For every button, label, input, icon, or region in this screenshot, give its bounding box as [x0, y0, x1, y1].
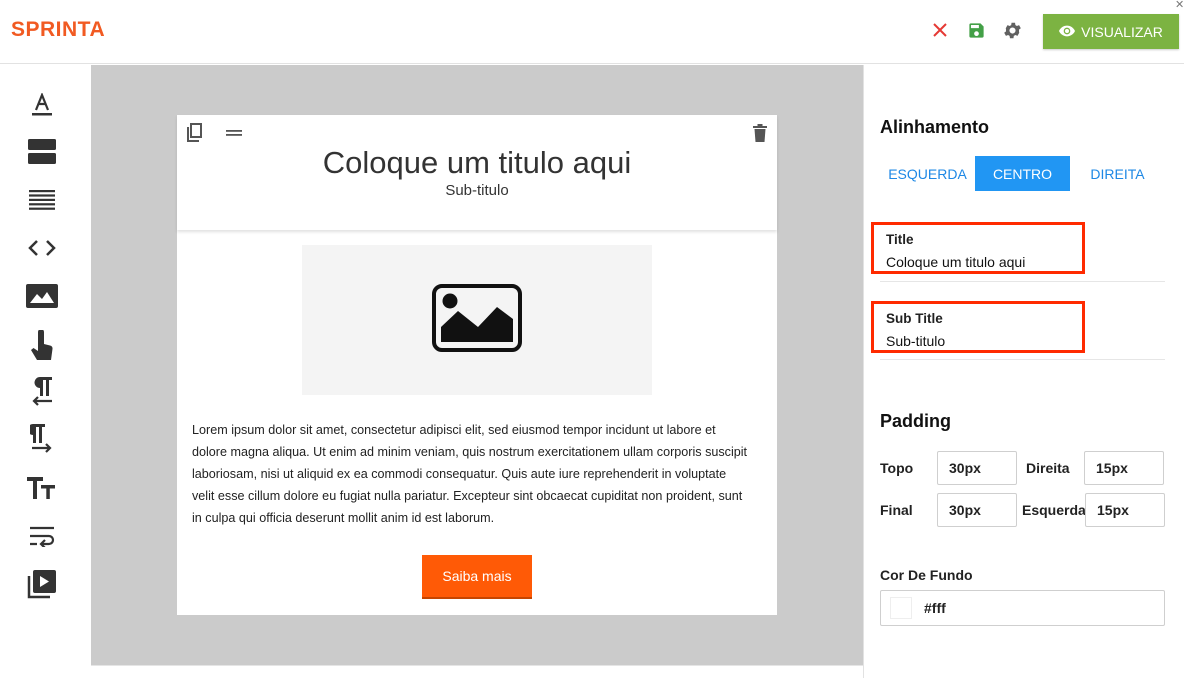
image-icon	[431, 283, 523, 358]
padding-top-input[interactable]: 30px	[937, 451, 1017, 485]
padding-bottom-input[interactable]: 30px	[937, 493, 1017, 527]
title-field-label: Title	[886, 232, 914, 247]
touch-icon[interactable]	[26, 330, 58, 362]
background-color-label: Cor De Fundo	[880, 567, 973, 583]
padding-bottom-label: Final	[880, 502, 913, 518]
padding-left-input[interactable]: 15px	[1085, 493, 1165, 527]
padding-title: Padding	[880, 411, 951, 431]
duplicate-icon[interactable]	[183, 122, 205, 144]
window-close-icon[interactable]: ✕	[1175, 0, 1184, 11]
block-paragraph: Lorem ipsum dolor sit amet, consectetur …	[192, 423, 748, 525]
divider	[880, 359, 1165, 360]
title-field-value[interactable]: Coloque um titulo aqui	[886, 254, 1025, 270]
block-title: Coloque um titulo aqui	[322, 145, 632, 180]
text-size-icon[interactable]	[26, 472, 58, 504]
canvas-footer	[91, 665, 863, 678]
email-block[interactable]: Coloque um titulo aqui Sub-titulo Lorem …	[177, 115, 777, 615]
image-icon[interactable]	[26, 280, 58, 312]
subtitle-field-value[interactable]: Sub-titulo	[886, 333, 945, 349]
alignment-toggle: ESQUERDA CENTRO DIREITA	[880, 156, 1168, 191]
drag-handle-icon[interactable]	[223, 122, 245, 144]
alignment-title: Alinhamento	[880, 117, 990, 137]
align-center-button[interactable]: CENTRO	[975, 156, 1070, 191]
save-icon[interactable]	[965, 19, 987, 41]
text-format-icon[interactable]	[26, 89, 58, 121]
title-field[interactable]: Title Coloque um titulo aqui	[871, 222, 1085, 274]
padding-right-input[interactable]: 15px	[1084, 451, 1164, 485]
block-header[interactable]: Coloque um titulo aqui Sub-titulo	[177, 115, 777, 230]
delete-icon[interactable]	[749, 122, 771, 144]
section-icon[interactable]	[26, 136, 58, 168]
close-icon[interactable]	[929, 19, 951, 41]
visualize-button[interactable]: VISUALIZAR	[1043, 14, 1179, 49]
tool-sidebar	[0, 65, 91, 678]
align-right-button[interactable]: DIREITA	[1070, 156, 1165, 191]
background-color-value: #fff	[924, 600, 946, 616]
subtitle-field[interactable]: Sub Title Sub-titulo	[871, 301, 1085, 353]
top-bar: SPRINTA VISUALIZAR ✕	[0, 0, 1184, 64]
subtitle-field-label: Sub Title	[886, 311, 943, 326]
text-direction-right-icon[interactable]	[26, 422, 58, 454]
padding-right-label: Direita	[1026, 460, 1070, 476]
learn-more-button[interactable]: Saiba mais	[422, 555, 532, 599]
video-library-icon[interactable]	[26, 568, 58, 600]
eye-icon	[1059, 24, 1076, 40]
text-wrap-icon[interactable]	[26, 520, 58, 552]
align-left-button[interactable]: ESQUERDA	[880, 156, 975, 191]
padding-top-label: Topo	[880, 460, 914, 476]
visualize-label: VISUALIZAR	[1081, 23, 1163, 40]
padding-left-label: Esquerda	[1022, 502, 1086, 518]
block-subtitle: Sub-titulo	[445, 182, 509, 199]
code-icon[interactable]	[26, 232, 58, 264]
background-color-input[interactable]: #fff	[880, 590, 1165, 626]
image-placeholder[interactable]	[302, 245, 652, 395]
properties-panel: Alinhamento ESQUERDA CENTRO DIREITA Titl…	[863, 65, 1184, 678]
text-direction-left-icon[interactable]	[26, 375, 58, 407]
color-swatch[interactable]	[890, 597, 912, 619]
brand-logo: SPRINTA	[11, 18, 106, 41]
divider	[880, 281, 1165, 282]
paragraph-lines-icon[interactable]	[26, 184, 58, 216]
settings-icon[interactable]	[1001, 19, 1023, 41]
